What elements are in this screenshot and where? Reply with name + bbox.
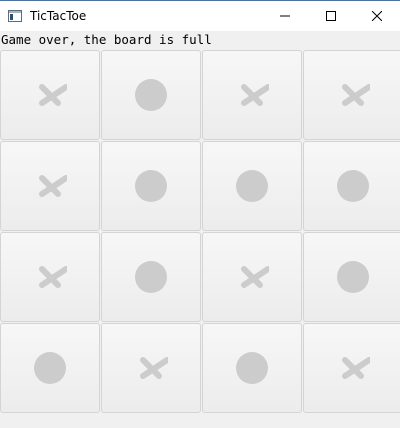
- board-cell[interactable]: [0, 323, 100, 413]
- board-cell[interactable]: [303, 141, 400, 231]
- x-mark-icon: [235, 260, 269, 294]
- board-cell[interactable]: [303, 50, 400, 140]
- x-mark-icon: [235, 78, 269, 112]
- x-mark-icon: [33, 169, 67, 203]
- board-cell[interactable]: [0, 50, 100, 140]
- game-board: [0, 50, 400, 414]
- board-cell[interactable]: [101, 232, 201, 322]
- o-mark-icon: [336, 169, 370, 203]
- board-cell[interactable]: [101, 50, 201, 140]
- board-cell[interactable]: [0, 141, 100, 231]
- o-mark-icon: [134, 169, 168, 203]
- window-controls: [262, 1, 400, 31]
- board-cell[interactable]: [202, 323, 302, 413]
- board-cell[interactable]: [101, 141, 201, 231]
- tictactoe-window: TicTacToe Game over, the board is full: [0, 0, 400, 428]
- maximize-icon: [326, 11, 336, 21]
- board-cell[interactable]: [101, 323, 201, 413]
- x-mark-icon: [336, 351, 370, 385]
- close-button[interactable]: [354, 1, 400, 31]
- board-cell[interactable]: [202, 50, 302, 140]
- board-cell[interactable]: [303, 232, 400, 322]
- board-cell[interactable]: [303, 323, 400, 413]
- title-bar[interactable]: TicTacToe: [0, 0, 400, 31]
- x-mark-icon: [134, 351, 168, 385]
- x-mark-icon: [33, 260, 67, 294]
- window-title: TicTacToe: [30, 9, 87, 23]
- close-icon: [372, 11, 382, 21]
- app-icon: [8, 10, 22, 22]
- o-mark-icon: [336, 260, 370, 294]
- x-mark-icon: [33, 78, 67, 112]
- o-mark-icon: [235, 351, 269, 385]
- status-label: Game over, the board is full: [1, 32, 212, 47]
- maximize-button[interactable]: [308, 1, 354, 31]
- board-cell[interactable]: [202, 141, 302, 231]
- x-mark-icon: [336, 78, 370, 112]
- minimize-icon: [280, 15, 290, 17]
- o-mark-icon: [33, 351, 67, 385]
- o-mark-icon: [134, 78, 168, 112]
- board-cell[interactable]: [202, 232, 302, 322]
- board-cell[interactable]: [0, 232, 100, 322]
- o-mark-icon: [134, 260, 168, 294]
- o-mark-icon: [235, 169, 269, 203]
- minimize-button[interactable]: [262, 1, 308, 31]
